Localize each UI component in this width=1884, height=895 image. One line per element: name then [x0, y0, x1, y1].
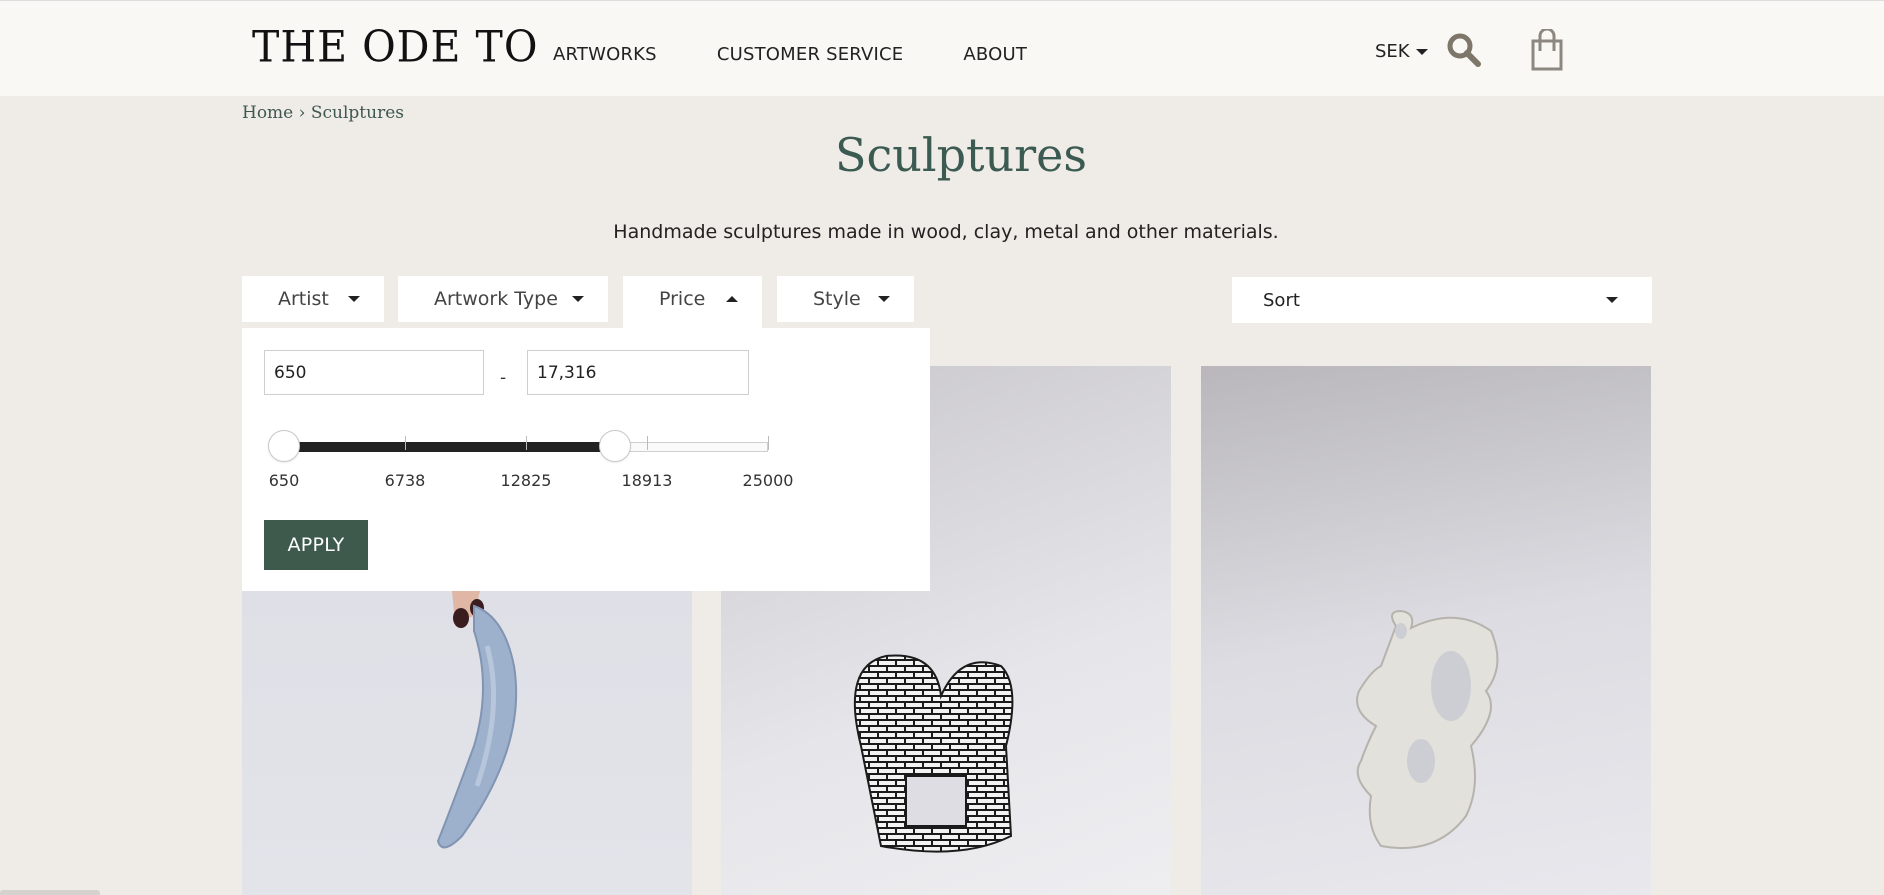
sort-dropdown[interactable]: Sort	[1232, 277, 1652, 323]
slider-tick-label: 650	[268, 471, 300, 490]
chevron-down-icon	[1415, 48, 1428, 55]
price-range-dash: -	[500, 368, 507, 388]
site-header: THE ODE TO ARTWORKS CUSTOMER SERVICE ABO…	[0, 0, 1884, 96]
filter-price-label: Price	[659, 288, 706, 310]
chevron-down-icon	[1606, 297, 1618, 303]
slider-tick	[768, 436, 769, 450]
search-icon[interactable]	[1446, 32, 1482, 72]
nav-item-about[interactable]: ABOUT	[963, 44, 1027, 65]
main-nav: ARTWORKS CUSTOMER SERVICE ABOUT	[553, 44, 1087, 65]
price-max-input[interactable]	[527, 350, 749, 395]
abstract-sculpture-image	[1356, 609, 1499, 849]
price-slider-min-handle[interactable]	[268, 430, 300, 462]
filter-artwork-type[interactable]: Artwork Type	[398, 276, 608, 322]
price-filter-panel: - 650 6738 12825 18913 25000 APPLY	[242, 328, 930, 591]
price-slider-max-handle[interactable]	[599, 430, 632, 462]
shopping-bag-icon[interactable]	[1530, 27, 1564, 75]
filter-artist[interactable]: Artist	[242, 276, 384, 322]
filter-style[interactable]: Style	[777, 276, 914, 322]
breadcrumb-home[interactable]: Home	[242, 103, 293, 123]
filter-style-label: Style	[813, 288, 861, 310]
slider-tick-label: 18913	[621, 471, 673, 490]
slider-tick	[647, 436, 648, 450]
nav-item-customer-service[interactable]: CUSTOMER SERVICE	[717, 44, 904, 65]
price-min-input[interactable]	[264, 350, 484, 395]
slider-tick-label: 12825	[500, 471, 552, 490]
chevron-down-icon	[572, 296, 584, 302]
chevron-up-icon	[726, 296, 738, 302]
filter-artwork-type-label: Artwork Type	[434, 288, 558, 310]
slider-tick	[405, 436, 406, 450]
page-description: Handmade sculptures made in wood, clay, …	[613, 221, 1279, 243]
currency-selector[interactable]: SEK	[1375, 41, 1428, 62]
sort-label: Sort	[1263, 289, 1300, 311]
currency-label: SEK	[1375, 41, 1410, 62]
slider-tick	[526, 436, 527, 450]
chevron-down-icon	[878, 296, 890, 302]
chevron-down-icon	[348, 296, 360, 302]
slider-tick-label: 25000	[742, 471, 794, 490]
apply-button[interactable]: APPLY	[264, 520, 368, 570]
site-logo[interactable]: THE ODE TO	[252, 22, 538, 72]
slider-tick-label: 6738	[384, 471, 426, 490]
filter-price[interactable]: Price	[623, 276, 762, 328]
price-slider-range	[284, 442, 616, 452]
product-card[interactable]	[1201, 366, 1651, 895]
breadcrumb: Home › Sculptures	[242, 103, 404, 123]
filter-artist-label: Artist	[278, 288, 329, 310]
nav-item-artworks[interactable]: ARTWORKS	[553, 44, 657, 65]
breadcrumb-current: Sculptures	[310, 103, 405, 123]
page-title: Sculptures	[835, 128, 1087, 182]
scrollbar-stub	[0, 890, 100, 895]
breadcrumb-separator: ›	[298, 103, 306, 123]
